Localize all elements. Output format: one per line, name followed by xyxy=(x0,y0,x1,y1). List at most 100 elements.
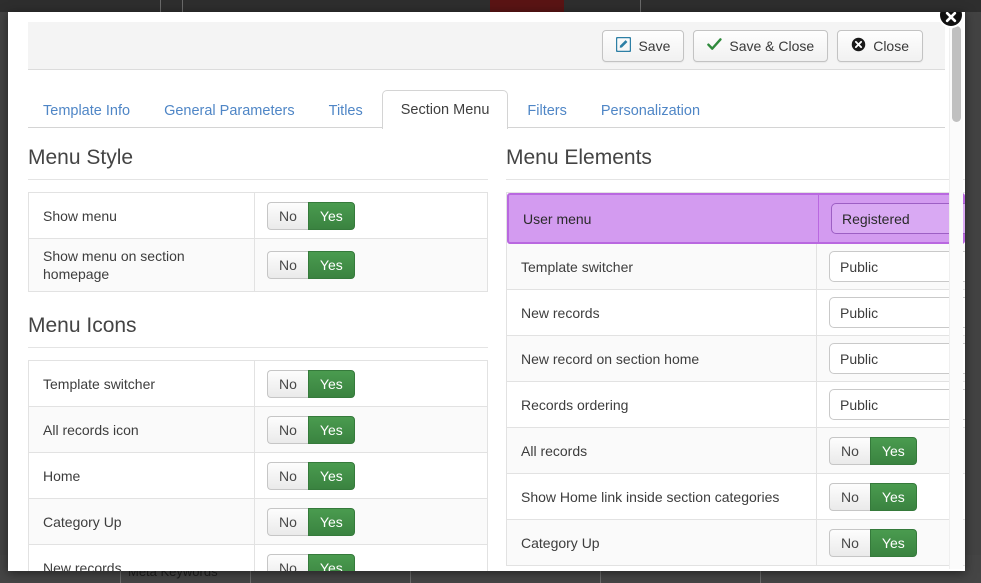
yes-no-toggle[interactable]: No Yes xyxy=(267,461,355,490)
toggle-option-yes[interactable]: Yes xyxy=(307,507,355,536)
tab-personalization[interactable]: Personalization xyxy=(586,93,715,128)
access-level-select[interactable]: Public xyxy=(829,389,965,420)
backdrop-seam xyxy=(640,0,641,12)
toggle-option-no[interactable]: No xyxy=(267,251,308,279)
toggle-option-no[interactable]: No xyxy=(267,461,308,490)
toggle-option-no[interactable]: No xyxy=(829,528,870,557)
yes-no-toggle[interactable]: No Yes xyxy=(267,201,355,230)
yes-no-toggle[interactable]: No Yes xyxy=(267,251,355,279)
access-level-select[interactable]: Public xyxy=(829,343,965,374)
settings-row-control: Public xyxy=(817,382,965,427)
access-level-select[interactable]: Public xyxy=(829,251,965,282)
toggle-option-yes[interactable]: Yes xyxy=(307,201,355,230)
settings-row: Show menu on section homepage No Yes xyxy=(29,239,487,292)
tab-bar: Template Info General Parameters Titles Sec… xyxy=(28,90,945,129)
toggle-option-yes[interactable]: Yes xyxy=(307,461,355,490)
settings-row: Template switcher Public xyxy=(507,244,965,290)
close-button[interactable]: Close xyxy=(837,29,923,62)
right-column: Menu Elements User menu Registered Templat… xyxy=(506,146,965,571)
backdrop-seam xyxy=(182,0,183,12)
backdrop-seam xyxy=(160,0,161,12)
settings-row: Category Up No Yes xyxy=(507,520,965,566)
settings-row-label: Category Up xyxy=(29,499,255,544)
toggle-option-yes[interactable]: Yes xyxy=(307,369,355,398)
modal-scrollbar-thumb[interactable] xyxy=(952,26,961,122)
close-button-label: Close xyxy=(873,37,909,54)
tab-titles[interactable]: Titles xyxy=(314,93,378,128)
access-level-select-value: Registered xyxy=(842,210,910,227)
toggle-option-no[interactable]: No xyxy=(267,507,308,536)
access-level-select-value: Public xyxy=(840,258,879,275)
settings-row-control: No Yes xyxy=(817,428,965,473)
settings-row-label: Category Up xyxy=(507,520,817,565)
settings-row: Home No Yes xyxy=(29,453,487,499)
menu-elements-grid: User menu Registered Template switcher Publ… xyxy=(506,192,965,566)
toggle-option-no[interactable]: No xyxy=(267,553,308,571)
settings-row-label: Show menu on section homepage xyxy=(29,239,255,291)
settings-row-label: Home xyxy=(29,453,255,498)
yes-no-toggle[interactable]: No Yes xyxy=(267,507,355,536)
yes-no-toggle[interactable]: No Yes xyxy=(829,482,917,511)
settings-row-control: No Yes xyxy=(817,520,965,565)
yes-no-toggle[interactable]: No Yes xyxy=(267,415,355,444)
settings-row-control: Public xyxy=(817,244,965,289)
save-and-close-button-label: Save & Close xyxy=(729,37,815,54)
settings-columns: Menu Style Show menu No Yes Show menu on se… xyxy=(8,146,965,571)
tab-template-info[interactable]: Template Info xyxy=(28,93,145,128)
modal-scrollbar[interactable] xyxy=(949,18,963,569)
save-and-close-button[interactable]: Save & Close xyxy=(693,29,829,62)
settings-row-label: New records xyxy=(507,290,817,335)
settings-row-label: Records ordering xyxy=(507,382,817,427)
close-icon xyxy=(945,12,957,23)
settings-row-label: New record on section home xyxy=(507,336,817,381)
toggle-option-yes[interactable]: Yes xyxy=(307,553,355,571)
pencil-square-icon xyxy=(616,36,632,55)
settings-row-control: No Yes xyxy=(817,474,965,519)
toggle-option-yes[interactable]: Yes xyxy=(869,528,917,557)
toggle-option-no[interactable]: No xyxy=(267,369,308,398)
settings-row: New records No Yes xyxy=(29,545,487,571)
toggle-option-no[interactable]: No xyxy=(829,482,870,511)
toggle-option-yes[interactable]: Yes xyxy=(869,436,917,465)
access-level-select-value: Public xyxy=(840,304,879,321)
settings-row-label: Show Home link inside section categories xyxy=(507,474,817,519)
settings-row-control: No Yes xyxy=(255,545,487,571)
modal-toolbar: Save Save & Close Close xyxy=(28,22,945,70)
settings-row-control: No Yes xyxy=(255,499,487,544)
left-column: Menu Style Show menu No Yes Show menu on se… xyxy=(28,146,488,571)
toggle-option-no[interactable]: No xyxy=(267,201,308,230)
toggle-option-yes[interactable]: Yes xyxy=(869,482,917,511)
tab-filters[interactable]: Filters xyxy=(512,93,581,128)
settings-row-control: No Yes xyxy=(255,239,487,291)
menu-style-title: Menu Style xyxy=(28,146,488,180)
settings-row: Show menu No Yes xyxy=(29,193,487,239)
settings-row-control: No Yes xyxy=(255,407,487,452)
toggle-option-no[interactable]: No xyxy=(267,415,308,444)
settings-row: Template switcher No Yes xyxy=(29,361,487,407)
toggle-option-yes[interactable]: Yes xyxy=(307,251,355,279)
yes-no-toggle[interactable]: No Yes xyxy=(829,436,917,465)
yes-no-toggle[interactable]: No Yes xyxy=(829,528,917,557)
settings-row-label: Template switcher xyxy=(29,361,255,406)
settings-row-control: No Yes xyxy=(255,361,487,406)
settings-row-label: User menu xyxy=(509,195,819,242)
access-level-select[interactable]: Public xyxy=(829,297,965,328)
settings-row-control: Registered xyxy=(819,195,965,242)
save-button-label: Save xyxy=(638,37,671,54)
access-level-select-value: Public xyxy=(840,350,879,367)
toggle-option-yes[interactable]: Yes xyxy=(307,415,355,444)
settings-row: Show Home link inside section categories… xyxy=(507,474,965,520)
tab-section-menu[interactable]: Section Menu xyxy=(381,90,509,129)
tab-general-parameters[interactable]: General Parameters xyxy=(149,93,310,128)
settings-row: Records ordering Public xyxy=(507,382,965,428)
toggle-option-no[interactable]: No xyxy=(829,436,870,465)
settings-row: New records Public xyxy=(507,290,965,336)
save-button[interactable]: Save xyxy=(602,29,685,62)
yes-no-toggle[interactable]: No Yes xyxy=(267,369,355,398)
access-level-select[interactable]: Registered xyxy=(831,203,965,234)
template-edit-modal: Save Save & Close Close Template Info Gen… xyxy=(8,12,965,571)
yes-no-toggle[interactable]: No Yes xyxy=(267,553,355,571)
settings-row-control: Public xyxy=(817,336,965,381)
menu-elements-title: Menu Elements xyxy=(506,146,965,180)
settings-row: All records icon No Yes xyxy=(29,407,487,453)
